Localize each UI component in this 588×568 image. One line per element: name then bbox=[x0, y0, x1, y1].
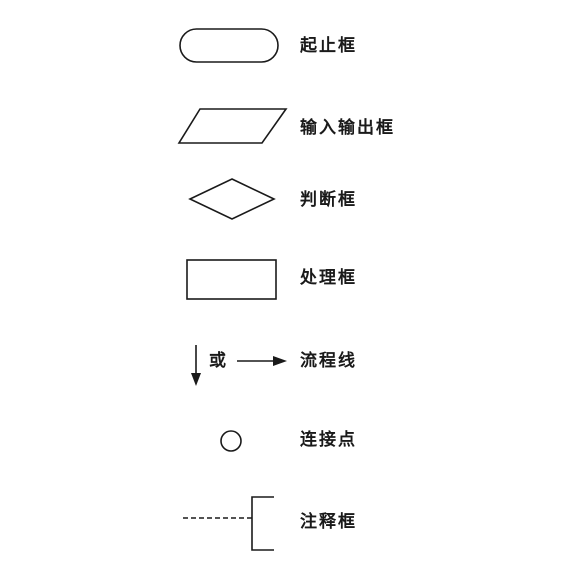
terminal-label: 起止框 bbox=[300, 36, 357, 56]
terminal-symbol bbox=[179, 28, 279, 63]
input-output-symbol bbox=[177, 108, 288, 144]
connector-symbol bbox=[220, 430, 242, 452]
annotation-label: 注释框 bbox=[300, 512, 357, 532]
flow-line-label: 流程线 bbox=[300, 351, 357, 371]
process-symbol bbox=[186, 259, 277, 300]
decision-symbol bbox=[188, 178, 276, 220]
right-arrow-icon bbox=[237, 356, 287, 366]
connector-label: 连接点 bbox=[300, 430, 357, 450]
process-label: 处理框 bbox=[300, 268, 357, 288]
or-connector-text: 或 bbox=[209, 351, 226, 371]
legend-symbols bbox=[177, 28, 288, 551]
input-output-label: 输入输出框 bbox=[300, 118, 395, 138]
annotation-symbol bbox=[183, 496, 274, 551]
decision-label: 判断框 bbox=[300, 190, 357, 210]
down-arrow-icon bbox=[191, 345, 201, 386]
